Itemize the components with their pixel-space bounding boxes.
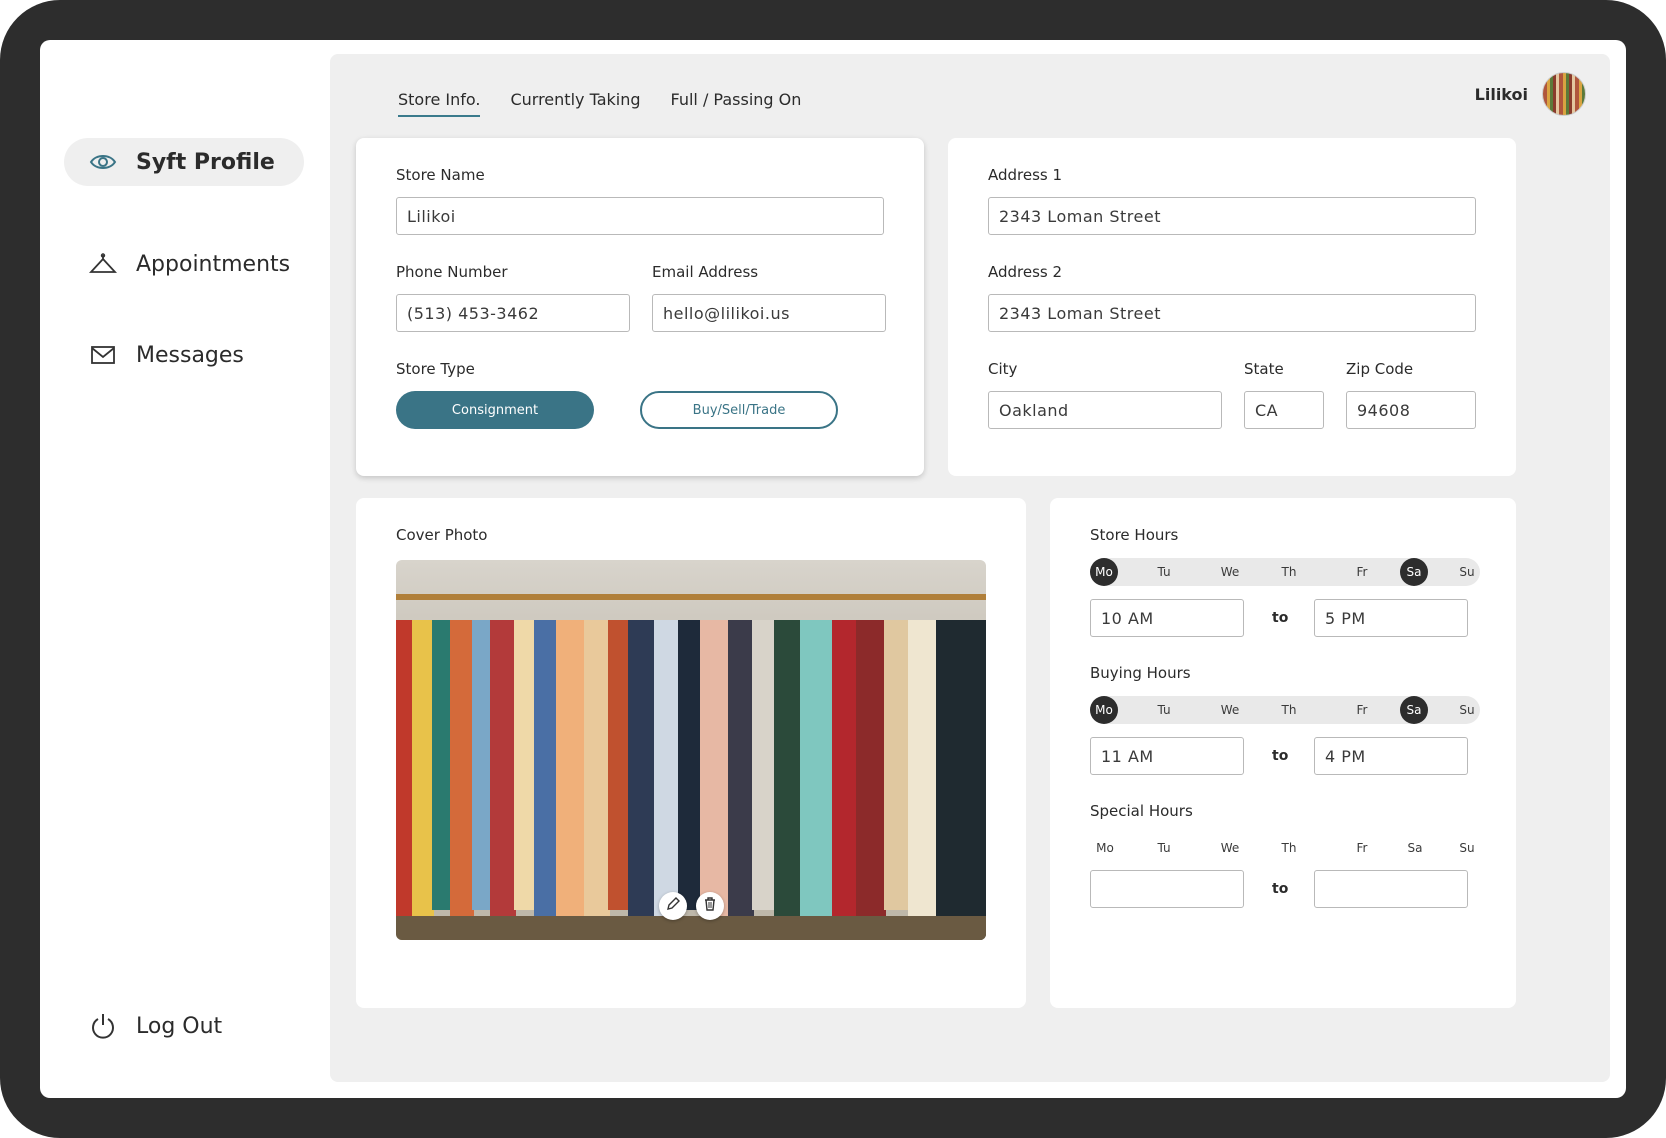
tab-full-passing-on[interactable]: Full / Passing On <box>671 90 802 117</box>
pencil-icon <box>665 896 681 916</box>
special-hours-days: Mo Tu We Th Fr Sa Su <box>1090 834 1480 862</box>
buying-hours-days: Mo Tu We Th Fr Sa Su <box>1090 696 1480 724</box>
day-toggle-mo[interactable]: Mo <box>1090 696 1118 724</box>
sidebar-item-label: Messages <box>136 342 244 368</box>
buy-sell-trade-button[interactable]: Buy/Sell/Trade <box>640 391 838 429</box>
buying-close-input[interactable] <box>1314 737 1468 775</box>
day-toggle-su[interactable]: Su <box>1452 834 1482 862</box>
user-name: Lilikoi <box>1474 84 1528 104</box>
address1-input[interactable] <box>988 197 1476 235</box>
day-toggle-th[interactable]: Th <box>1274 834 1304 862</box>
hanger-icon <box>88 251 118 277</box>
day-toggle-mo[interactable]: Mo <box>1090 558 1118 586</box>
consignment-button[interactable]: Consignment <box>396 391 594 429</box>
sidebar-item-label: Appointments <box>136 251 291 277</box>
day-toggle-sa[interactable]: Sa <box>1400 834 1430 862</box>
store-type-label: Store Type <box>396 360 475 378</box>
power-icon <box>88 1013 118 1039</box>
edit-photo-button[interactable] <box>659 892 687 920</box>
device-frame: Syft Profile Appointments Messages Log O… <box>0 0 1666 1138</box>
store-open-input[interactable] <box>1090 599 1244 637</box>
cover-photo-card: Cover Photo <box>356 498 1026 1008</box>
state-label: State <box>1244 360 1284 378</box>
day-toggle-mo[interactable]: Mo <box>1090 834 1120 862</box>
day-toggle-tu[interactable]: Tu <box>1149 834 1179 862</box>
sidebar-item-syft-profile[interactable]: Syft Profile <box>64 138 304 186</box>
day-toggle-fr[interactable]: Fr <box>1347 558 1377 586</box>
address1-label: Address 1 <box>988 166 1063 184</box>
zip-label: Zip Code <box>1346 360 1414 378</box>
user-menu[interactable]: Lilikoi <box>1475 72 1586 116</box>
day-toggle-fr[interactable]: Fr <box>1347 696 1377 724</box>
tab-store-info[interactable]: Store Info. <box>398 90 481 117</box>
phone-label: Phone Number <box>396 263 508 281</box>
store-info-card: Store Name Phone Number Email Address St… <box>356 138 924 476</box>
address2-input[interactable] <box>988 294 1476 332</box>
sidebar-item-appointments[interactable]: Appointments <box>64 240 304 288</box>
logout-button[interactable]: Log Out <box>64 1002 304 1050</box>
buying-open-input[interactable] <box>1090 737 1244 775</box>
day-toggle-su[interactable]: Su <box>1452 558 1482 586</box>
phone-input[interactable] <box>396 294 630 332</box>
to-label: to <box>1272 881 1289 897</box>
sidebar-item-label: Syft Profile <box>136 149 275 175</box>
address2-label: Address 2 <box>988 263 1063 281</box>
day-toggle-th[interactable]: Th <box>1274 696 1304 724</box>
state-input[interactable] <box>1244 391 1324 429</box>
to-label: to <box>1272 748 1289 764</box>
special-close-input[interactable] <box>1314 870 1468 908</box>
delete-photo-button[interactable] <box>696 892 724 920</box>
city-input[interactable] <box>988 391 1222 429</box>
store-hours-label: Store Hours <box>1090 526 1179 544</box>
hours-card: Store Hours Mo Tu We Th Fr Sa Su to Buyi… <box>1050 498 1516 1008</box>
app-screen: Syft Profile Appointments Messages Log O… <box>40 40 1626 1098</box>
zip-input[interactable] <box>1346 391 1476 429</box>
day-toggle-th[interactable]: Th <box>1274 558 1304 586</box>
tab-bar: Store Info. Currently Taking Full / Pass… <box>398 90 801 117</box>
email-label: Email Address <box>652 263 759 281</box>
cover-photo-label: Cover Photo <box>396 526 488 544</box>
email-input[interactable] <box>652 294 886 332</box>
clothing-rail <box>396 594 986 600</box>
city-label: City <box>988 360 1018 378</box>
eye-icon <box>88 149 118 175</box>
day-toggle-we[interactable]: We <box>1215 696 1245 724</box>
sidebar-item-messages[interactable]: Messages <box>64 331 304 379</box>
store-close-input[interactable] <box>1314 599 1468 637</box>
store-name-label: Store Name <box>396 166 485 184</box>
day-toggle-tu[interactable]: Tu <box>1149 696 1179 724</box>
special-hours-label: Special Hours <box>1090 802 1193 820</box>
tab-currently-taking[interactable]: Currently Taking <box>510 90 640 117</box>
day-toggle-tu[interactable]: Tu <box>1149 558 1179 586</box>
garments-illustration <box>396 620 986 940</box>
sidebar: Syft Profile Appointments Messages Log O… <box>40 40 330 1098</box>
day-toggle-sa[interactable]: Sa <box>1400 558 1428 586</box>
day-toggle-sa[interactable]: Sa <box>1400 696 1428 724</box>
cover-photo-image <box>396 560 986 940</box>
day-toggle-su[interactable]: Su <box>1452 696 1482 724</box>
to-label: to <box>1272 610 1289 626</box>
special-open-input[interactable] <box>1090 870 1244 908</box>
envelope-icon <box>88 342 118 368</box>
day-toggle-fr[interactable]: Fr <box>1347 834 1377 862</box>
day-toggle-we[interactable]: We <box>1215 834 1245 862</box>
avatar[interactable] <box>1542 72 1586 116</box>
address-card: Address 1 Address 2 City State Zip Code <box>948 138 1516 476</box>
main-panel: Store Info. Currently Taking Full / Pass… <box>330 54 1610 1082</box>
trash-icon <box>702 896 718 916</box>
logout-label: Log Out <box>136 1013 223 1039</box>
rack-base <box>396 916 986 940</box>
store-name-input[interactable] <box>396 197 884 235</box>
store-hours-days: Mo Tu We Th Fr Sa Su <box>1090 558 1480 586</box>
day-toggle-we[interactable]: We <box>1215 558 1245 586</box>
buying-hours-label: Buying Hours <box>1090 664 1191 682</box>
